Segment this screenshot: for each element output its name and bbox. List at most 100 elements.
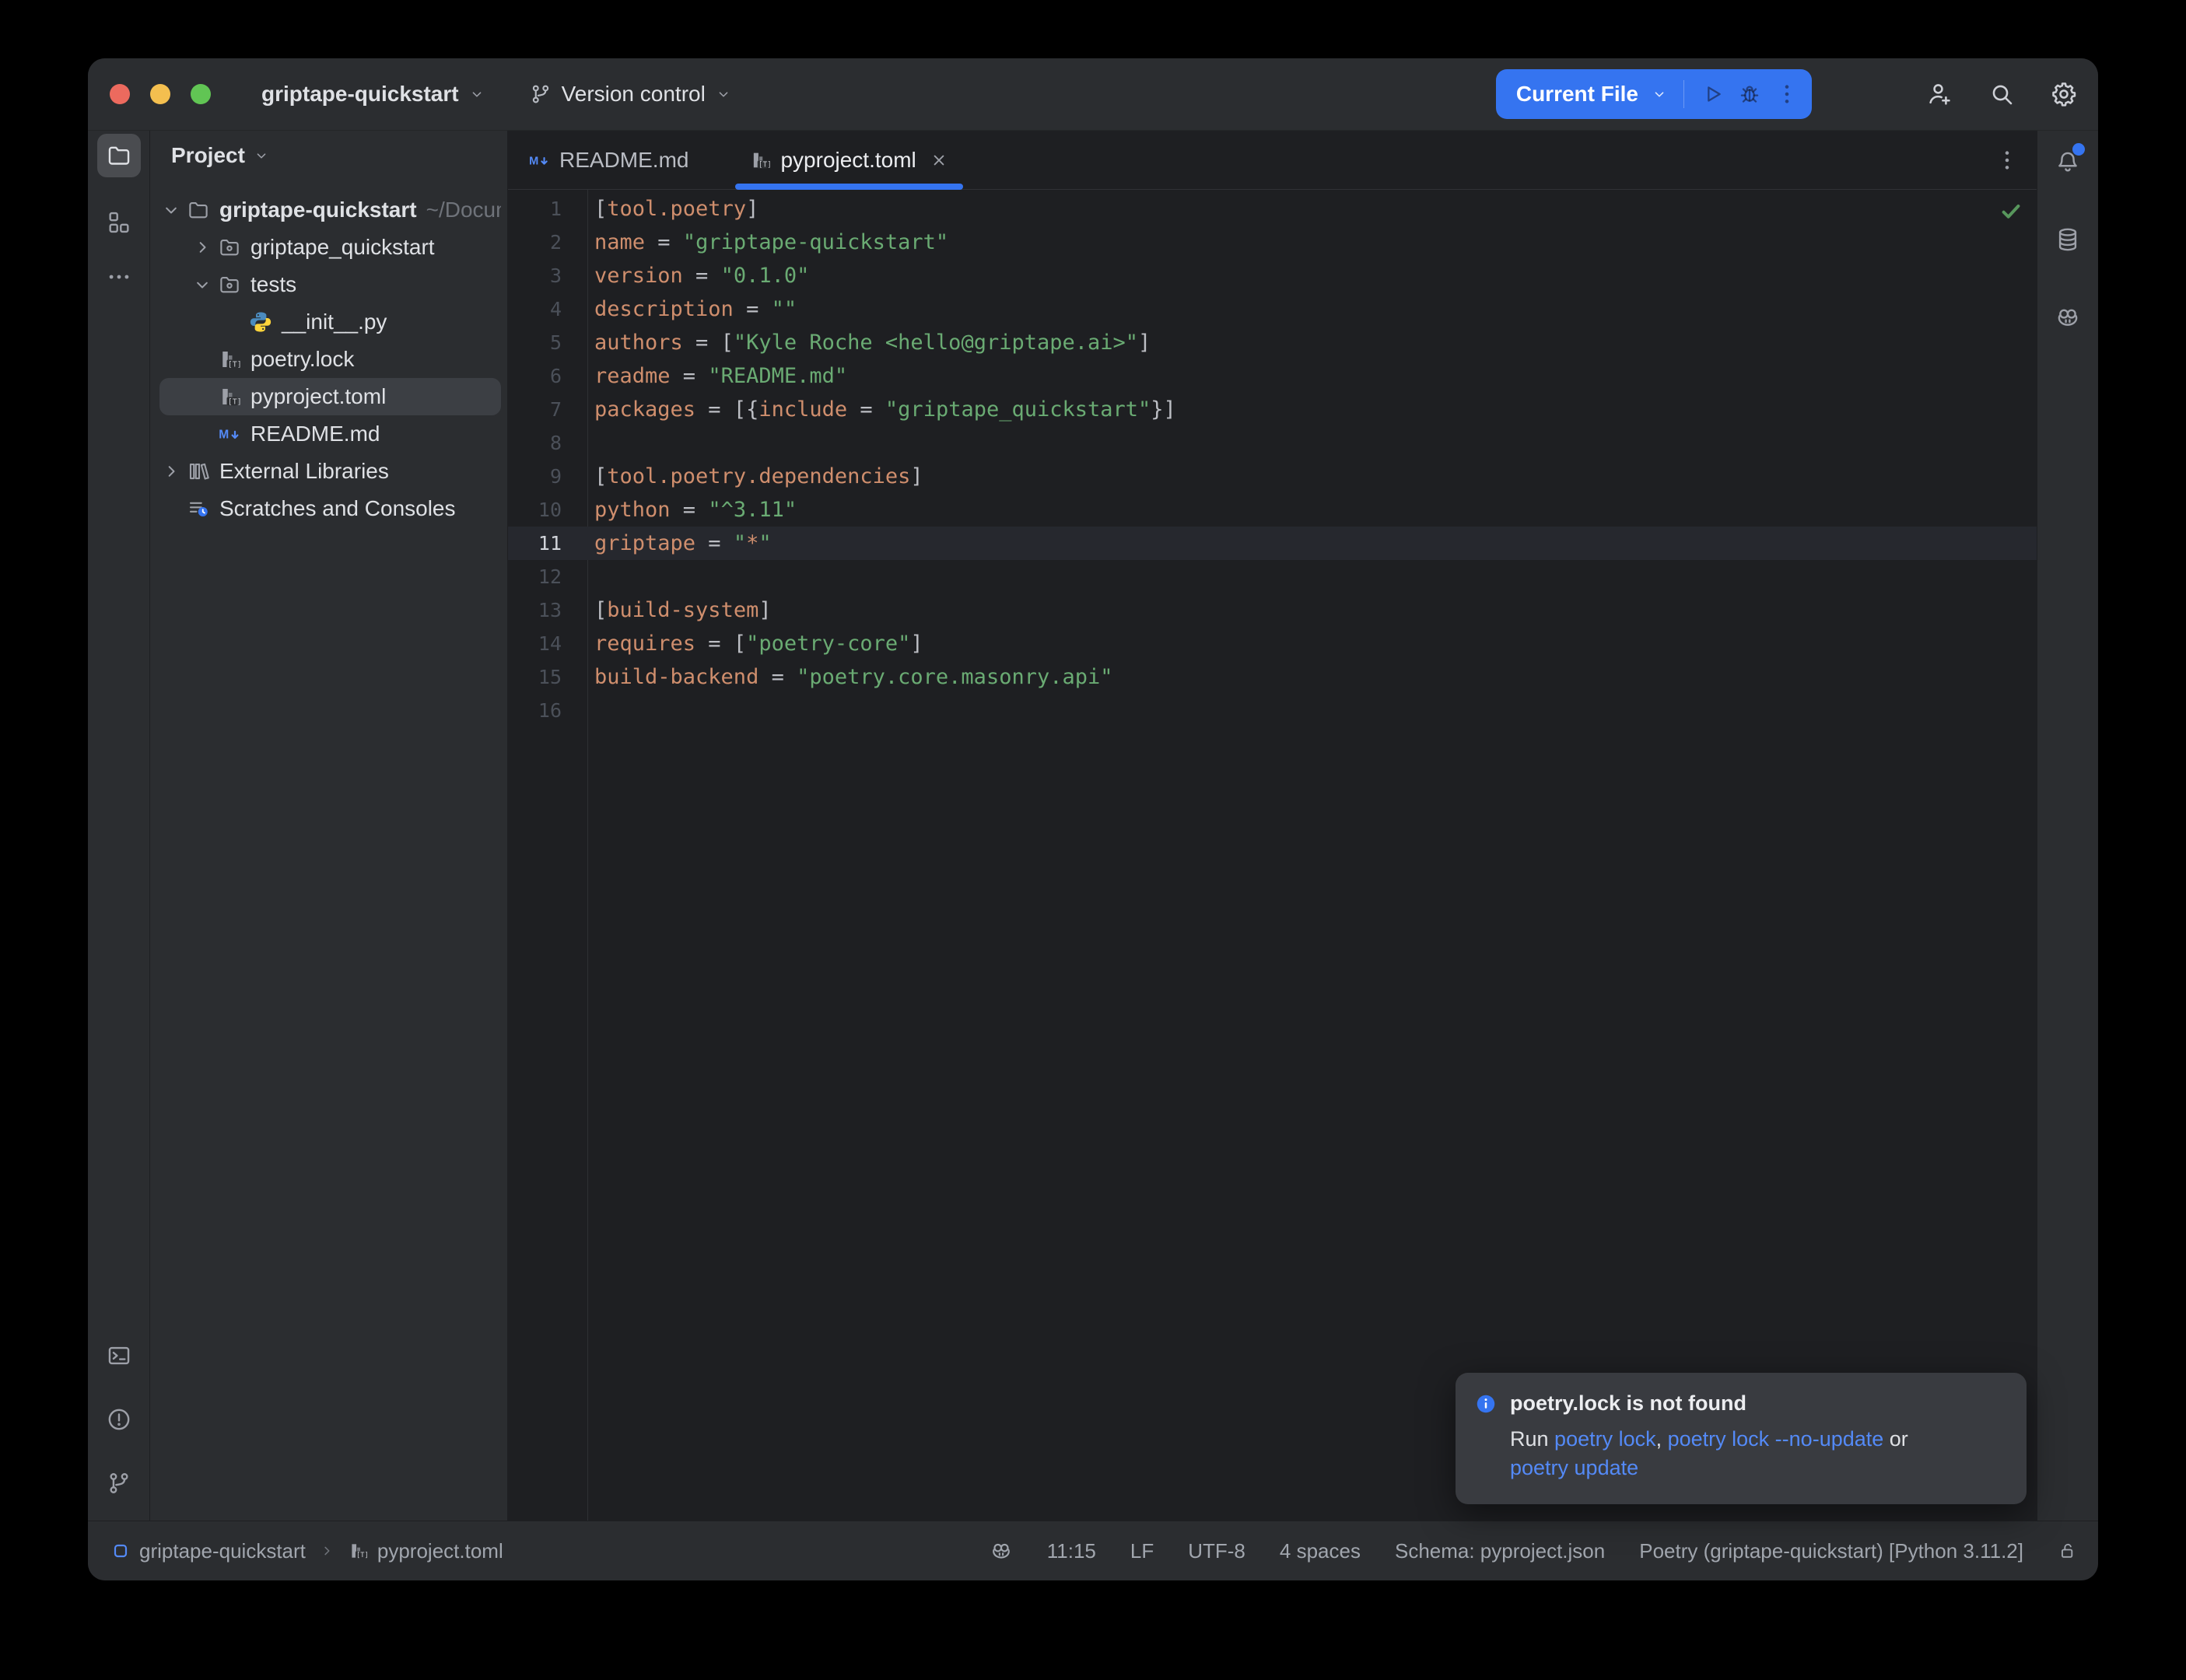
more-tool-windows-button[interactable] — [97, 255, 141, 299]
chevron-spacer — [191, 386, 218, 408]
git-branch-icon — [106, 1470, 132, 1496]
editor-body[interactable]: 1[tool.poetry]2name = "griptape-quicksta… — [508, 190, 2037, 1521]
ai-assistant-tool-button[interactable] — [2046, 296, 2090, 339]
notifications-tool-button[interactable] — [2046, 140, 2090, 184]
minimize-window-button[interactable] — [150, 84, 170, 104]
database-icon — [2055, 226, 2081, 253]
left-tool-stripe — [88, 131, 150, 1521]
notification-link-poetry-lock-no-update[interactable]: poetry lock --no-update — [1668, 1427, 1884, 1451]
project-panel-header[interactable]: Project — [150, 131, 507, 168]
database-tool-button[interactable] — [2046, 218, 2090, 261]
code-line-1[interactable]: 1[tool.poetry] — [508, 192, 2037, 226]
chevron-right-icon[interactable] — [160, 460, 187, 482]
tree-item-griptape-quickstart[interactable]: griptape-quickstart~/Docume — [159, 191, 501, 229]
module-icon — [111, 1542, 130, 1560]
project-tool-button[interactable] — [97, 134, 141, 177]
run-button[interactable] — [1700, 82, 1725, 107]
tree-item-label: tests — [250, 272, 296, 297]
notification-link-poetry-update[interactable]: poetry update — [1510, 1456, 1638, 1479]
code-text: description = "" — [587, 292, 797, 326]
code-line-7[interactable]: 7packages = [{include = "griptape_quicks… — [508, 393, 2037, 426]
svg-text:[T]: [T] — [228, 360, 241, 369]
vcs-widget[interactable]: Version control — [521, 71, 740, 117]
close-window-button[interactable] — [110, 84, 130, 104]
notification-link-poetry-lock[interactable]: poetry lock — [1554, 1427, 1656, 1451]
status-item-poetry-griptape-quickstart-python-3-11-2[interactable]: Poetry (griptape-quickstart) [Python 3.1… — [1639, 1539, 2023, 1563]
tree-item-poetry-lock[interactable]: [T]poetry.lock — [159, 341, 501, 378]
code-line-10[interactable]: 10python = "^3.11" — [508, 493, 2037, 527]
code-line-13[interactable]: 13[build-system] — [508, 593, 2037, 627]
folder-src-icon — [218, 273, 241, 296]
add-user-button[interactable] — [1925, 80, 1953, 108]
tab-options-button[interactable] — [1995, 148, 2020, 173]
tree-item-tests[interactable]: tests — [159, 266, 501, 303]
tree-item-pyproject-toml[interactable]: [T]pyproject.toml — [159, 378, 501, 415]
tree-item-external-libraries[interactable]: External Libraries — [159, 453, 501, 490]
breadcrumb-file[interactable]: [T] pyproject.toml — [348, 1539, 503, 1563]
code-line-5[interactable]: 5authors = ["Kyle Roche <hello@griptape.… — [508, 326, 2037, 359]
chevron-down-icon[interactable] — [160, 199, 187, 221]
maximize-window-button[interactable] — [191, 84, 211, 104]
problems-tool-button[interactable] — [97, 1398, 141, 1441]
status-item-schema-pyproject-json[interactable]: Schema: pyproject.json — [1395, 1539, 1605, 1563]
code-text: [tool.poetry] — [587, 192, 758, 226]
tab-pyproject-toml[interactable]: [T]pyproject.toml — [729, 131, 969, 189]
code-line-14[interactable]: 14requires = ["poetry-core"] — [508, 627, 2037, 660]
editor-tab-bar: MREADME.md [T]pyproject.toml — [508, 131, 2037, 190]
tab-label: README.md — [559, 148, 688, 173]
lock-open-icon[interactable] — [2058, 1541, 2078, 1561]
folder-icon — [187, 198, 210, 222]
version-control-tool-button[interactable] — [97, 1461, 141, 1505]
tab-readme-md[interactable]: MREADME.md — [508, 131, 709, 189]
line-number: 1 — [508, 192, 587, 226]
chevron-right-icon — [318, 1542, 335, 1559]
run-configuration-widget[interactable]: Current File — [1496, 69, 1812, 119]
code-text: requires = ["poetry-core"] — [587, 627, 923, 660]
folder-src-icon — [218, 236, 241, 259]
settings-button[interactable] — [2050, 80, 2078, 108]
code-line-4[interactable]: 4description = "" — [508, 292, 2037, 326]
code-line-9[interactable]: 9[tool.poetry.dependencies] — [508, 460, 2037, 493]
code-line-15[interactable]: 15build-backend = "poetry.core.masonry.a… — [508, 660, 2037, 694]
breadcrumb: griptape-quickstart [T] pyproject.toml — [111, 1539, 503, 1563]
code-line-12[interactable]: 12 — [508, 560, 2037, 593]
search-everywhere-button[interactable] — [1988, 80, 2016, 108]
code-line-3[interactable]: 3version = "0.1.0" — [508, 259, 2037, 292]
titlebar-actions — [1925, 80, 2078, 108]
status-item-utf-8[interactable]: UTF-8 — [1188, 1539, 1245, 1563]
status-item-lf[interactable]: LF — [1130, 1539, 1154, 1563]
line-number: 4 — [508, 292, 587, 326]
code-text — [587, 694, 594, 727]
code-line-16[interactable]: 16 — [508, 694, 2037, 727]
debug-button[interactable] — [1737, 82, 1762, 107]
structure-tool-button[interactable] — [97, 201, 141, 244]
code-line-8[interactable]: 8 — [508, 426, 2037, 460]
notification-title: poetry.lock is not found — [1510, 1391, 1746, 1416]
tree-item-griptape-quickstart[interactable]: griptape_quickstart — [159, 229, 501, 266]
svg-text:[T]: [T] — [228, 397, 241, 406]
git-branch-icon — [529, 82, 552, 106]
project-widget[interactable]: griptape-quickstart — [254, 71, 493, 117]
chevron-down-icon[interactable] — [191, 274, 218, 296]
close-tab-icon[interactable] — [929, 150, 949, 170]
code-line-6[interactable]: 6readme = "README.md" — [508, 359, 2037, 393]
code-view[interactable]: 1[tool.poetry]2name = "griptape-quicksta… — [508, 190, 2037, 727]
tree-item-scratches-and-consoles[interactable]: Scratches and Consoles — [159, 490, 501, 527]
breadcrumb-project[interactable]: griptape-quickstart — [111, 1539, 306, 1563]
ide-window: griptape-quickstart Version control Curr… — [88, 58, 2098, 1580]
tree-item-init-py[interactable]: __init__.py — [159, 303, 501, 341]
line-number: 6 — [508, 359, 587, 393]
copilot-icon — [2055, 304, 2081, 331]
tree-item-readme-md[interactable]: MREADME.md — [159, 415, 501, 453]
structure-icon — [106, 209, 132, 236]
status-item-11-15[interactable]: 11:15 — [1047, 1539, 1096, 1563]
chevron-right-icon[interactable] — [191, 236, 218, 258]
copilot-status-icon[interactable] — [990, 1539, 1013, 1563]
terminal-tool-button[interactable] — [97, 1334, 141, 1377]
right-tool-stripe — [2037, 131, 2098, 1521]
code-line-11[interactable]: 11griptape = "*" — [508, 527, 2037, 560]
code-line-2[interactable]: 2name = "griptape-quickstart" — [508, 226, 2037, 259]
status-item-4-spaces[interactable]: 4 spaces — [1280, 1539, 1361, 1563]
notification-text: , — [1656, 1427, 1668, 1451]
more-run-options-button[interactable] — [1774, 82, 1799, 107]
